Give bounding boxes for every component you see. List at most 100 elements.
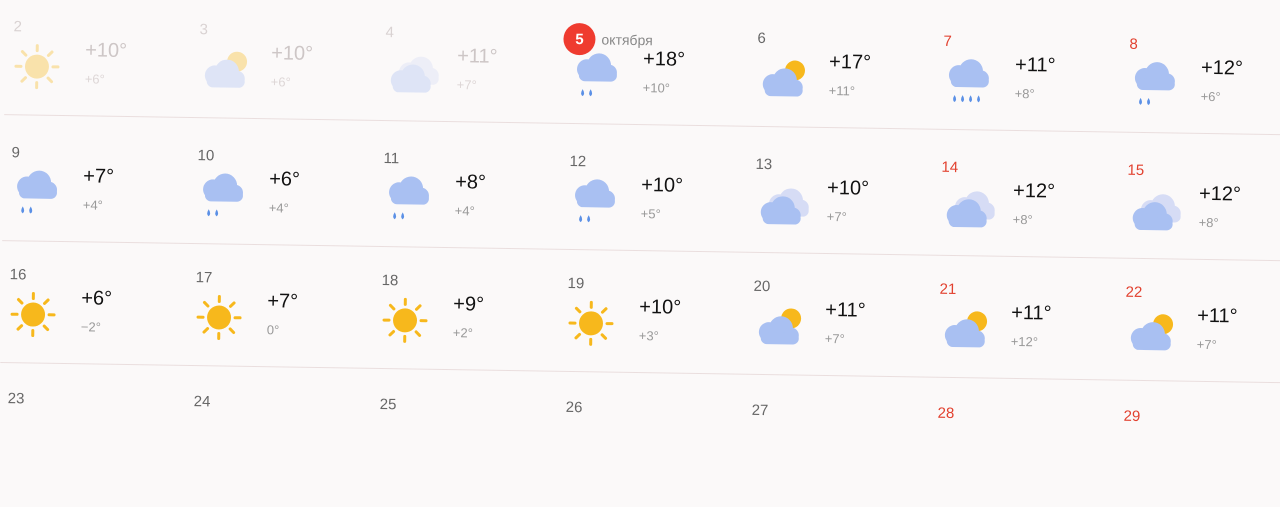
day-cell[interactable]: 3 +10° +6° [190, 0, 378, 120]
day-cell[interactable]: 29 [1114, 386, 1280, 507]
day-number: 15 [1127, 162, 1144, 179]
temp-min: −2° [81, 319, 101, 334]
day-number: 12 [569, 153, 586, 170]
day-cell[interactable]: 4 +11°+7° [376, 2, 564, 123]
day-cell[interactable]: 12 +10°+5° [560, 131, 748, 252]
forecast-calendar: 2+10°+6° 3 +10°+6° 4 +11°+7° 5 октября +… [0, 0, 1280, 432]
temp-max: +6° [81, 287, 112, 310]
day-cell[interactable]: 2+10°+6° [4, 0, 192, 117]
day-cell[interactable]: 27 [742, 380, 930, 501]
rain-icon [9, 168, 66, 217]
temp-min: +6° [271, 74, 291, 89]
temp-max: +11° [825, 299, 866, 323]
partly-cloudy-icon [1123, 308, 1180, 357]
day-cell[interactable]: 24 [184, 371, 372, 492]
day-number: 28 [937, 405, 954, 422]
temp-max: +10° [639, 296, 681, 320]
day-cell[interactable]: 28 [928, 383, 1116, 504]
temp-min: +3° [639, 328, 659, 343]
temp-max: +12° [1199, 183, 1241, 207]
day-number: 17 [196, 269, 213, 286]
day-number: 27 [752, 402, 769, 419]
temp-max: +7° [83, 165, 114, 188]
week-row: 16+6°−2° 17+7°0° 18+9°+2° 19+10°+3° 20 +… [0, 244, 1280, 383]
day-number: 2 [13, 18, 22, 35]
partly-cloudy-icon [751, 302, 808, 351]
day-number: 26 [566, 399, 583, 416]
day-cell[interactable]: 23 [0, 368, 186, 489]
day-cell-today[interactable]: 5 октября +18°+10° [562, 5, 750, 126]
day-cell[interactable]: 14 +12° +8° [932, 137, 1120, 258]
day-number: 8 [1129, 36, 1138, 53]
week-row: 23 24 25 26 27 28 29 [0, 368, 1280, 506]
month-label: октября [601, 31, 653, 48]
temp-min: +2° [453, 325, 473, 340]
day-cell[interactable]: 22 +11°+7° [1116, 262, 1280, 383]
temp-min: +7° [457, 77, 477, 92]
sun-icon [193, 293, 250, 342]
day-cell[interactable]: 7 +11°+8° [934, 11, 1122, 132]
temp-min: +6° [85, 71, 105, 86]
temp-max: +17° [829, 51, 871, 75]
day-cell[interactable]: 11 +8°+4° [374, 128, 562, 249]
temp-min: +8° [1013, 212, 1033, 227]
sun-icon [379, 296, 436, 345]
day-cell[interactable]: 8 +12°+6° [1120, 14, 1280, 135]
day-cell[interactable]: 19 +10° +3° [558, 253, 746, 374]
day-number: 10 [197, 147, 214, 164]
day-number: 16 [10, 266, 27, 283]
day-number: 23 [8, 390, 25, 407]
day-number: 29 [1123, 408, 1140, 425]
temp-max: +9° [453, 293, 484, 316]
sun-icon [7, 290, 64, 339]
temp-min: +6° [1201, 89, 1221, 104]
temp-max: +10° [641, 174, 683, 198]
temp-min: +12° [1011, 334, 1038, 349]
day-cell[interactable]: 13 +10°+7° [746, 134, 934, 255]
week-row: 2+10°+6° 3 +10°+6° 4 +11°+7° 5 октября +… [4, 0, 1280, 135]
day-number: 13 [755, 156, 772, 173]
temp-max: +18° [643, 48, 685, 72]
temp-max: +10° [827, 177, 869, 201]
day-number: 6 [757, 30, 766, 47]
day-number: 20 [753, 278, 770, 295]
overcast-icon [383, 48, 440, 97]
day-cell[interactable]: 20 +11° +7° [744, 256, 932, 377]
temp-max: +7° [267, 290, 298, 313]
day-cell[interactable]: 17 +7° 0° [186, 247, 374, 368]
day-cell[interactable]: 9 +7°+4° [2, 122, 190, 243]
partly-cloudy-icon [197, 45, 254, 94]
temp-min: +4° [455, 203, 475, 218]
day-cell[interactable]: 26 [556, 377, 744, 498]
day-cell[interactable]: 10 +6° +4° [188, 125, 376, 246]
temp-max: +12° [1013, 180, 1055, 204]
temp-min: +11° [829, 83, 856, 98]
day-number: 14 [941, 159, 958, 176]
temp-min: +8° [1015, 86, 1035, 101]
day-number: 19 [567, 275, 584, 292]
rain-icon [195, 171, 252, 220]
partly-cloudy-icon [754, 54, 811, 103]
day-number: 3 [199, 21, 208, 38]
day-number: 7 [943, 33, 952, 50]
temp-min: +7° [825, 331, 845, 346]
sun-icon [565, 299, 622, 348]
rain-icon [567, 177, 624, 226]
temp-max: +10° [271, 42, 313, 66]
temp-max: +11° [1197, 305, 1238, 329]
day-number: 11 [383, 150, 399, 167]
temp-min: +4° [269, 200, 289, 215]
day-cell[interactable]: 21 +11°+12° [930, 259, 1118, 380]
temp-max: +11° [457, 45, 498, 69]
temp-min: +7° [1197, 337, 1217, 352]
day-cell[interactable]: 6 +17° +11° [748, 8, 936, 129]
day-cell[interactable]: 15 +12°+8° [1118, 140, 1280, 261]
overcast-icon [1124, 186, 1181, 235]
temp-max: +6° [269, 168, 300, 191]
day-number: 21 [939, 281, 956, 298]
week-row: 9 +7°+4° 10 +6°+4° 11 +8°+4° 12 +10°+5° … [2, 122, 1280, 261]
day-cell[interactable]: 25 [370, 374, 558, 495]
day-cell[interactable]: 16 +6° −2° [0, 244, 188, 365]
temp-min: 0° [267, 322, 280, 337]
day-cell[interactable]: 18+9°+2° [372, 250, 560, 371]
